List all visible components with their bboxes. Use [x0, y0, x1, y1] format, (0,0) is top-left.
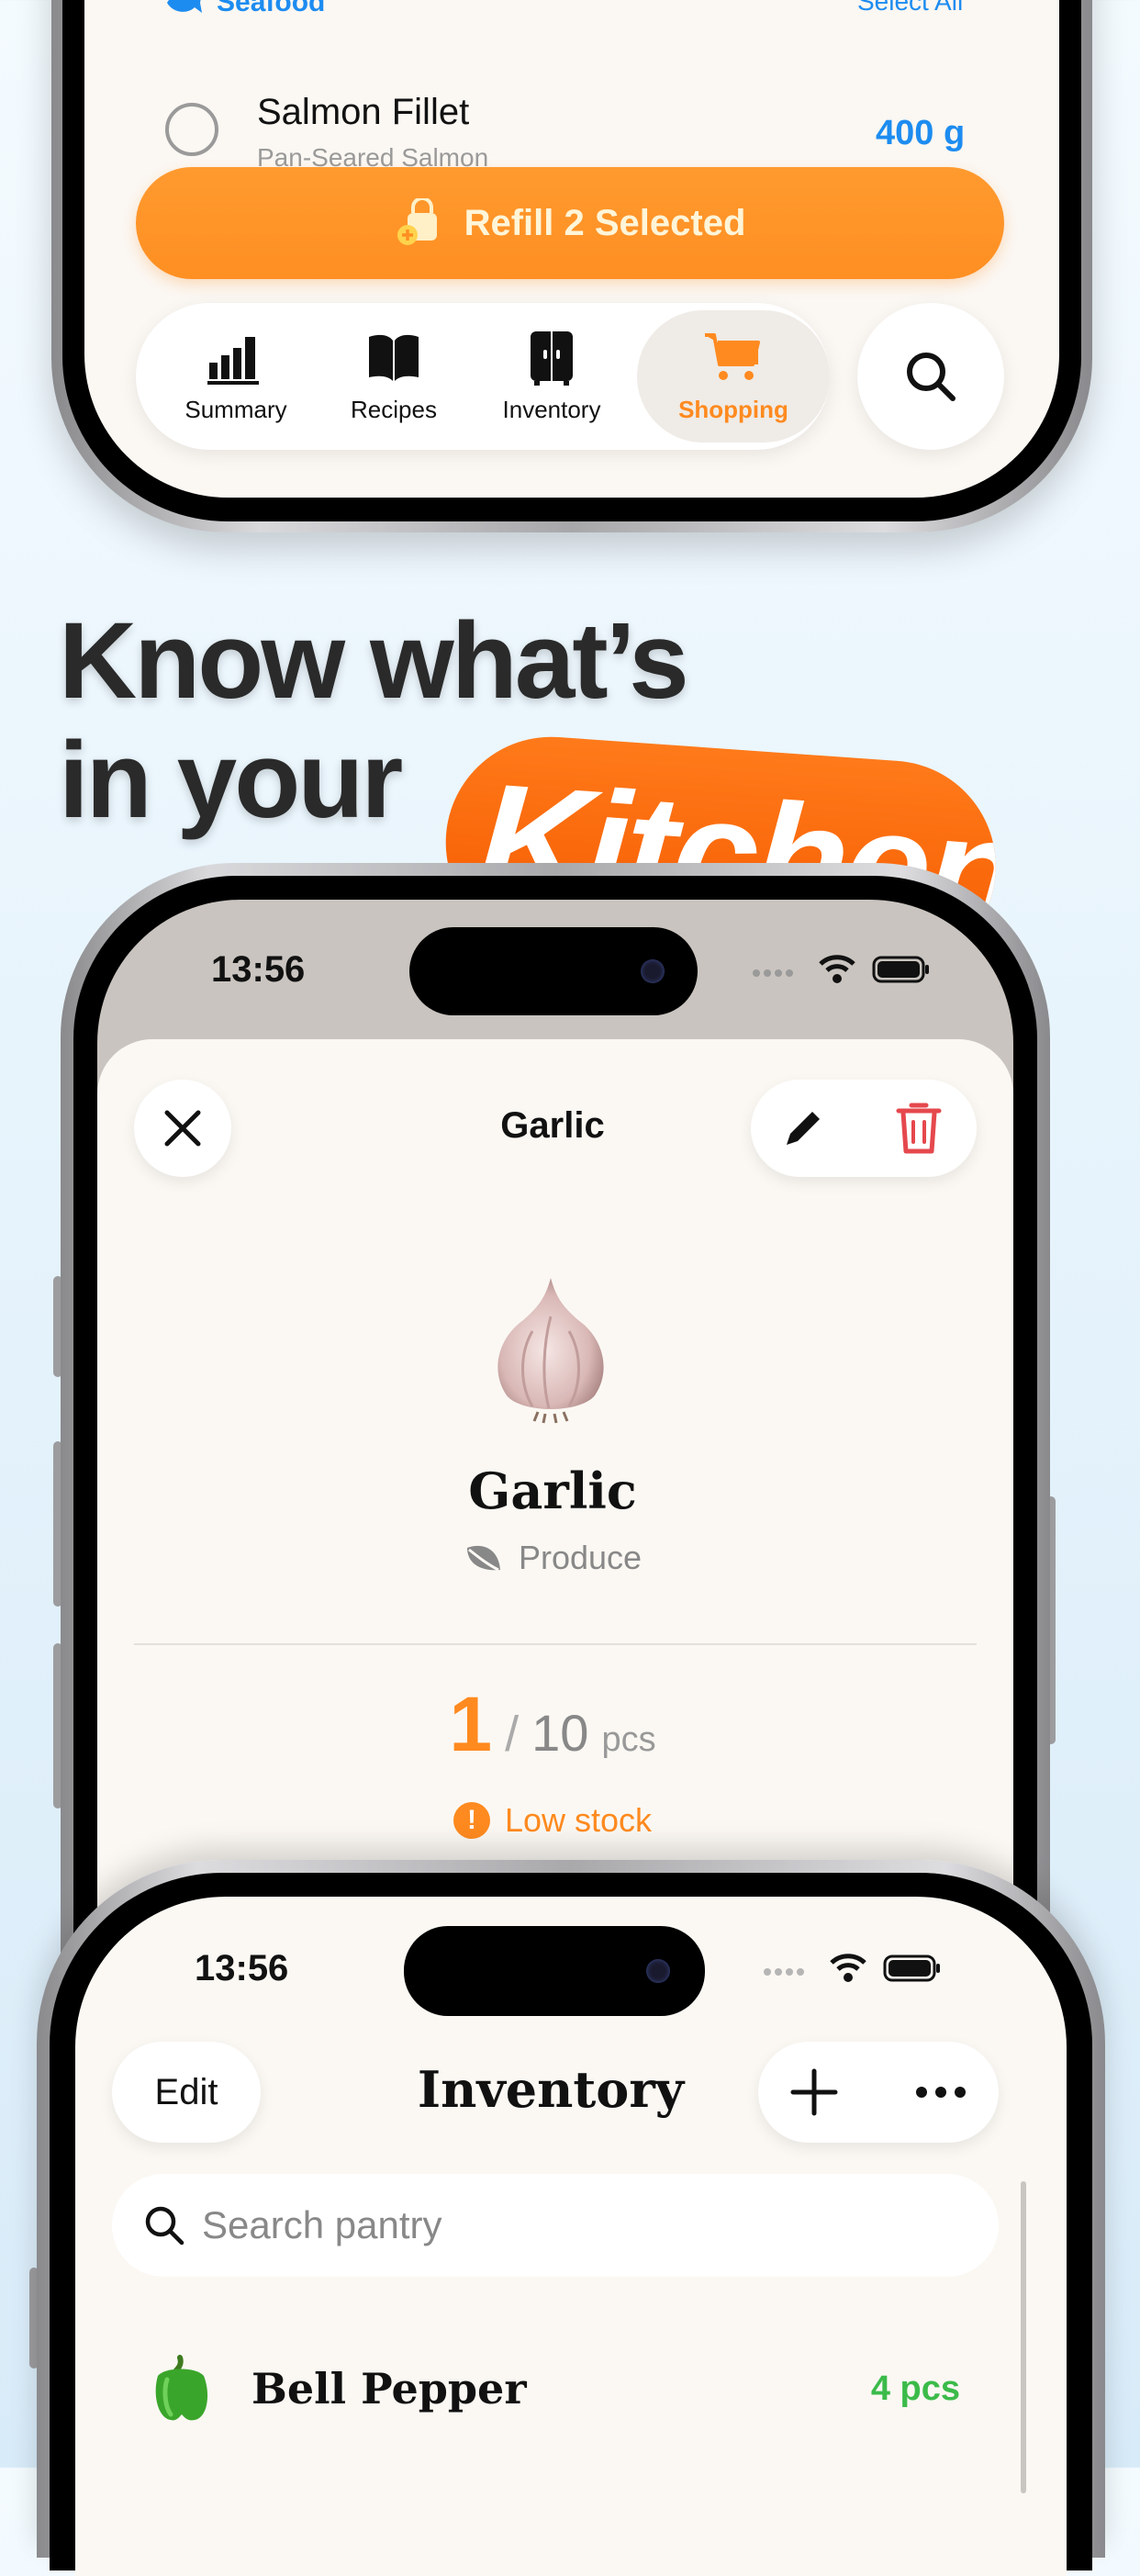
close-icon	[164, 1110, 201, 1147]
search-icon	[907, 353, 956, 401]
refill-selected-button[interactable]: Refill 2 Selected	[136, 167, 1004, 279]
cabinet-icon	[531, 330, 573, 386]
scroll-indicator[interactable]	[1021, 2181, 1026, 2493]
wifi-icon	[819, 955, 855, 983]
section-label: Seafood	[217, 0, 326, 17]
inventory-actions	[758, 2042, 999, 2143]
fish-icon	[167, 0, 202, 13]
tab-label-summary: Summary	[184, 395, 287, 423]
signal-icon	[764, 1968, 804, 1976]
list-item-quantity: 4 pcs	[870, 2369, 960, 2408]
delete-button[interactable]	[887, 1096, 951, 1160]
camera-icon	[641, 959, 665, 983]
status-icons	[751, 955, 931, 984]
quantity-display: 1 / 10 pcs	[323, 1680, 782, 1769]
search-button[interactable]	[857, 303, 1004, 450]
stock-status: ! Low stock	[415, 1801, 690, 1840]
battery-icon	[883, 1954, 940, 1982]
edit-delete-actions	[751, 1080, 977, 1177]
more-button[interactable]	[909, 2060, 973, 2124]
search-input[interactable]: Search pantry	[112, 2174, 999, 2277]
open-book-icon	[369, 334, 419, 381]
quantity-unit: pcs	[601, 1720, 656, 1759]
battery-icon	[872, 956, 929, 983]
refill-button-label: Refill 2 Selected	[464, 202, 746, 243]
list-item[interactable]: Bell Pepper 4 pcs	[149, 2352, 993, 2425]
cart-icon	[705, 332, 760, 380]
bar-chart-icon	[207, 336, 259, 385]
more-icon	[916, 2087, 966, 2098]
edit-button[interactable]	[775, 1100, 832, 1157]
signal-icon	[753, 969, 793, 977]
quantity-separator: /	[505, 1707, 520, 1762]
plus-icon	[790, 2068, 838, 2116]
edit-button[interactable]: Edit	[112, 2042, 261, 2143]
add-item-button[interactable]	[782, 2060, 846, 2124]
list-item-name: Bell Pepper	[251, 2364, 527, 2414]
sheet-title: Garlic	[500, 1105, 605, 1146]
close-button[interactable]	[134, 1080, 231, 1177]
page-title: Inventory	[417, 2060, 685, 2119]
tab-label-inventory: Inventory	[502, 395, 601, 423]
trash-icon	[896, 1103, 942, 1154]
garlic-icon	[497, 1278, 604, 1424]
category-label: Produce	[518, 1539, 643, 1576]
dynamic-island	[409, 927, 698, 1015]
camera-icon	[646, 1959, 670, 1983]
tab-recipes[interactable]: Recipes	[316, 303, 472, 450]
section-header-seafood: Seafood	[163, 0, 325, 18]
item-category: Produce	[415, 1539, 690, 1577]
item-select-radio[interactable]	[165, 103, 218, 156]
bell-pepper-icon	[155, 2355, 208, 2421]
item-name: Salmon Fillet	[257, 92, 470, 132]
tab-shopping[interactable]: Shopping	[637, 303, 830, 450]
status-time: 13:56	[211, 949, 306, 990]
item-quantity: 400 g	[876, 114, 966, 152]
pencil-icon	[787, 1112, 820, 1145]
tab-label-recipes: Recipes	[351, 395, 437, 423]
tab-inventory[interactable]: Inventory	[474, 303, 630, 450]
select-all-button[interactable]: Select All	[857, 0, 1140, 17]
status-time: 13:56	[195, 1948, 289, 1988]
refill-bag-icon	[397, 198, 437, 245]
search-placeholder: Search pantry	[202, 2203, 442, 2246]
search-icon	[145, 2206, 184, 2246]
wifi-icon	[830, 1954, 866, 1982]
quantity-current: 1	[449, 1681, 493, 1767]
divider	[134, 1643, 977, 1645]
headline-line-1: Know what’s	[59, 600, 689, 722]
dynamic-island	[404, 1926, 705, 2016]
item-name-heading: Garlic	[468, 1462, 637, 1520]
warning-icon: !	[453, 1802, 490, 1839]
tab-summary[interactable]: Summary	[158, 303, 314, 450]
status-icons	[762, 1954, 942, 1983]
tab-label-shopping: Shopping	[678, 395, 788, 423]
leaf-icon	[466, 1545, 500, 1572]
tab-bar-items: Summary Recipes Inventory Shopping	[136, 303, 830, 450]
quantity-max: 10	[531, 1704, 589, 1762]
stock-status-label: Low stock	[504, 1801, 653, 1839]
